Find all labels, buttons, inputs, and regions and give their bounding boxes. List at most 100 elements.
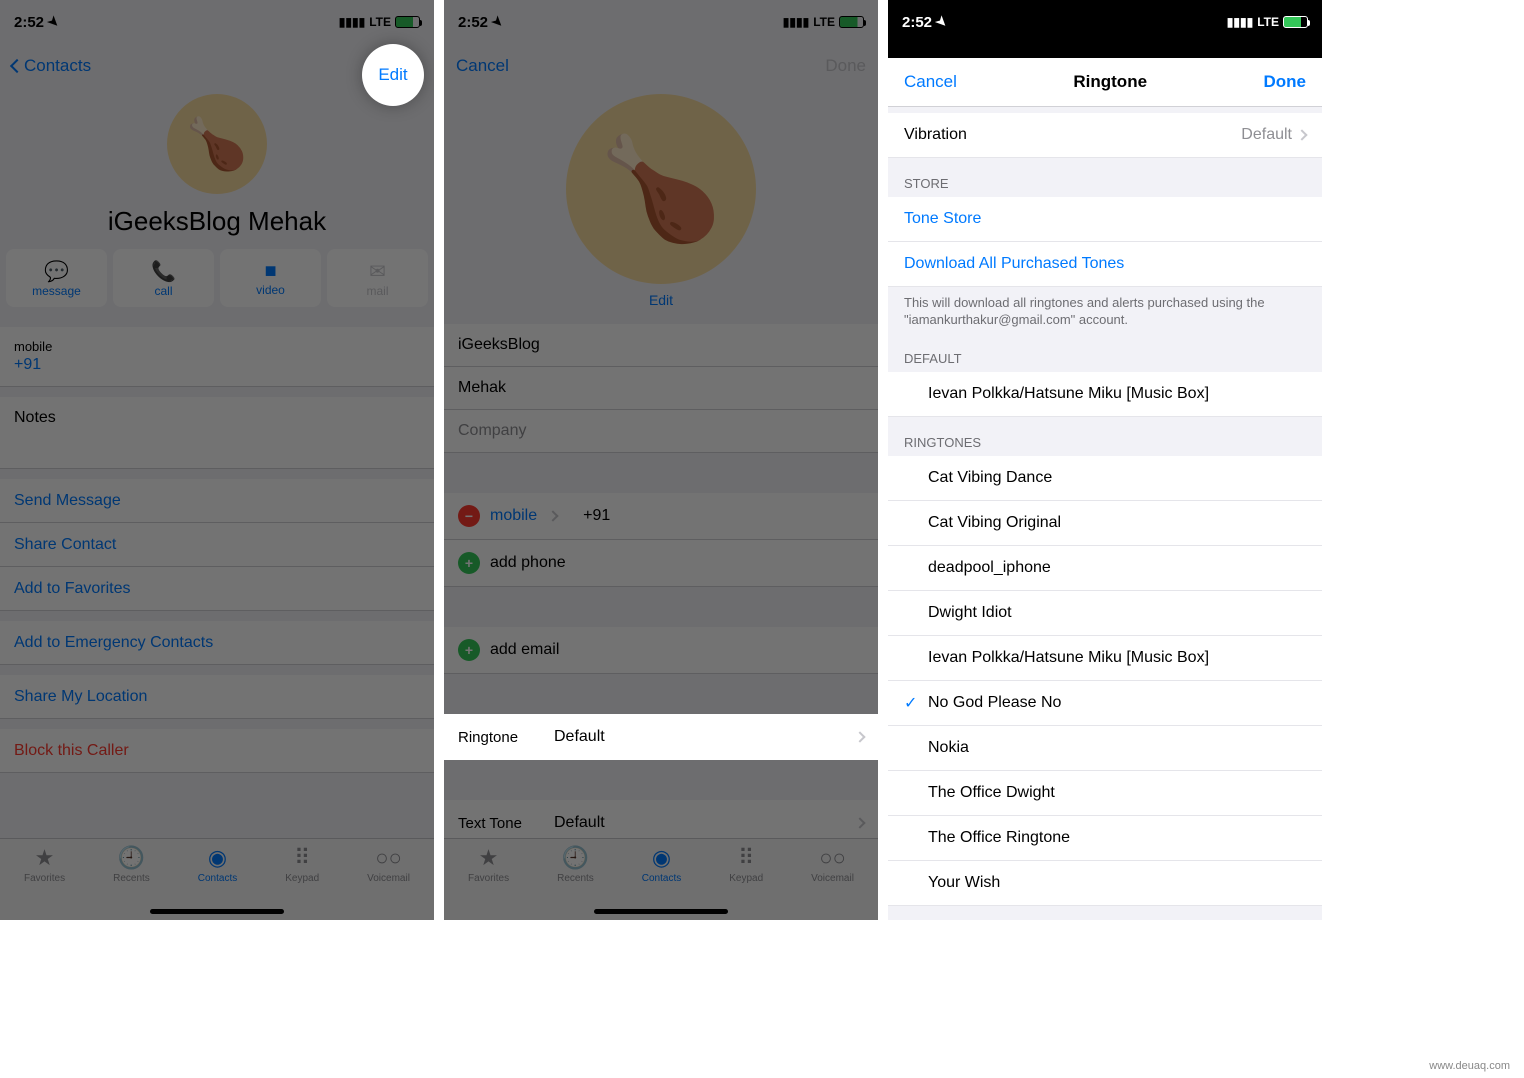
sheet-nav: Cancel Ringtone Done [888, 58, 1322, 107]
add-email-row[interactable]: + add email [444, 627, 878, 674]
default-tone-row[interactable]: Ievan Polkka/Hatsune Miku [Music Box] [888, 372, 1322, 417]
phone-type-label[interactable]: mobile [490, 507, 537, 525]
mail-icon: ✉ [369, 259, 386, 284]
done-button[interactable]: Done [1263, 72, 1306, 92]
chevron-right-icon [547, 510, 558, 521]
ringtone-label: Cat Vibing Dance [928, 469, 1052, 487]
ringtone-label: deadpool_iphone [928, 559, 1051, 577]
block-caller-row[interactable]: Block this Caller [0, 729, 434, 773]
contact-avatar[interactable]: 🍗 [167, 94, 267, 194]
ringtone-row[interactable]: The Office Ringtone [888, 816, 1322, 861]
ringtone-label: Your Wish [928, 874, 1000, 892]
contact-avatar[interactable]: 🍗 [566, 94, 756, 284]
ringtone-label: Nokia [928, 739, 969, 757]
tab-favorites[interactable]: ★Favorites [24, 845, 65, 920]
contact-name: iGeeksBlog Mehak [0, 202, 434, 249]
download-all-row[interactable]: Download All Purchased Tones [888, 242, 1322, 287]
ringtone-label: Dwight Idiot [928, 604, 1012, 622]
ringtone-row[interactable]: Nokia [888, 726, 1322, 771]
phone-cell[interactable]: mobile +91 [0, 327, 434, 387]
person-icon: ◉ [208, 845, 227, 871]
tab-keypad[interactable]: ⠿Keypad [729, 845, 763, 920]
status-bar: 2:52➤ ▮▮▮▮LTE [0, 0, 434, 44]
message-button[interactable]: 💬message [6, 249, 107, 307]
share-location-row[interactable]: Share My Location [0, 675, 434, 719]
location-icon: ➤ [44, 12, 63, 31]
call-button[interactable]: 📞call [113, 249, 214, 307]
keypad-icon: ⠿ [294, 845, 310, 871]
notes-cell[interactable]: Notes [0, 397, 434, 469]
phone-icon: 📞 [151, 259, 176, 284]
video-button[interactable]: ■video [220, 249, 321, 307]
location-icon: ➤ [488, 12, 507, 31]
edit-photo-button[interactable]: Edit [444, 292, 878, 324]
remove-icon[interactable]: − [458, 505, 480, 527]
ringtone-row[interactable]: deadpool_iphone [888, 546, 1322, 591]
tab-voicemail[interactable]: ○○Voicemail [367, 845, 410, 920]
ringtone-row[interactable]: ✓No God Please No [888, 681, 1322, 726]
store-header: STORE [888, 158, 1322, 197]
signal-icon: ▮▮▮▮ [1227, 15, 1253, 29]
chevron-right-icon [854, 731, 865, 742]
phone-value[interactable]: +91 [583, 507, 610, 525]
phone-field-row[interactable]: − mobile +91 [444, 493, 878, 540]
chevron-right-icon [854, 817, 865, 828]
share-contact-row[interactable]: Share Contact [0, 523, 434, 567]
cancel-button[interactable]: Cancel [456, 56, 509, 76]
tab-favorites[interactable]: ★Favorites [468, 845, 509, 920]
battery-icon [1283, 16, 1308, 28]
ringtone-row[interactable]: Your Wish [888, 861, 1322, 906]
ringtone-row[interactable]: Ievan Polkka/Hatsune Miku [Music Box] [888, 636, 1322, 681]
tab-recents[interactable]: 🕘Recents [557, 845, 594, 920]
first-name-field[interactable]: iGeeksBlog [444, 324, 878, 367]
chevron-right-icon [1296, 129, 1307, 140]
mail-button: ✉mail [327, 249, 428, 307]
check-icon: ✓ [904, 693, 928, 713]
ringtone-row[interactable]: Cat Vibing Dance [888, 456, 1322, 501]
add-favorites-row[interactable]: Add to Favorites [0, 567, 434, 611]
tone-store-row[interactable]: Tone Store [888, 197, 1322, 242]
location-icon: ➤ [932, 12, 951, 31]
back-button[interactable]: Contacts [12, 56, 91, 76]
message-icon: 💬 [44, 259, 69, 284]
company-field[interactable]: Company [444, 410, 878, 453]
tab-keypad[interactable]: ⠿Keypad [285, 845, 319, 920]
sheet-title: Ringtone [1073, 72, 1147, 92]
ringtone-label: The Office Ringtone [928, 829, 1070, 847]
home-indicator[interactable] [594, 909, 728, 914]
ringtone-row[interactable]: The Office Dwight [888, 771, 1322, 816]
add-icon[interactable]: + [458, 552, 480, 574]
ringtone-row[interactable]: Dwight Idiot [888, 591, 1322, 636]
nav-bar: Cancel Done [444, 44, 878, 88]
send-message-row[interactable]: Send Message [0, 479, 434, 523]
status-bar: 2:52➤ ▮▮▮▮LTE [888, 0, 1322, 44]
video-icon: ■ [264, 260, 276, 283]
signal-icon: ▮▮▮▮ [339, 15, 365, 29]
vibration-row[interactable]: Vibration Default [888, 113, 1322, 158]
carrier-label: LTE [369, 15, 391, 29]
tab-recents[interactable]: 🕘Recents [113, 845, 150, 920]
phone-value: +91 [14, 356, 41, 374]
signal-icon: ▮▮▮▮ [783, 15, 809, 29]
cancel-button[interactable]: Cancel [904, 72, 957, 92]
add-icon[interactable]: + [458, 639, 480, 661]
last-name-field[interactable]: Mehak [444, 367, 878, 410]
ringtone-row[interactable]: Cat Vibing Original [888, 501, 1322, 546]
add-emergency-row[interactable]: Add to Emergency Contacts [0, 621, 434, 665]
default-header: DEFAULT [888, 333, 1322, 372]
watermark: www.deuaq.com [1429, 1060, 1510, 1072]
add-phone-row[interactable]: + add phone [444, 540, 878, 587]
home-indicator[interactable] [150, 909, 284, 914]
ringtone-label: The Office Dwight [928, 784, 1055, 802]
tab-voicemail[interactable]: ○○Voicemail [811, 845, 854, 920]
ringtone-label: No God Please No [928, 694, 1061, 712]
ringtone-row[interactable]: Ringtone Default [444, 714, 878, 760]
phone-label: mobile [14, 339, 52, 354]
battery-icon [395, 16, 420, 28]
edit-button[interactable]: Edit [362, 44, 424, 106]
star-icon: ★ [35, 845, 55, 871]
ringtone-picker-panel: 2:52➤ ▮▮▮▮LTE Cancel Ringtone Done Vibra… [888, 0, 1322, 920]
contact-detail-panel: 2:52➤ ▮▮▮▮LTE Contacts Edit 🍗 iGeeksBlog… [0, 0, 434, 920]
clock-icon: 🕘 [118, 845, 145, 871]
ringtones-header: RINGTONES [888, 417, 1322, 456]
